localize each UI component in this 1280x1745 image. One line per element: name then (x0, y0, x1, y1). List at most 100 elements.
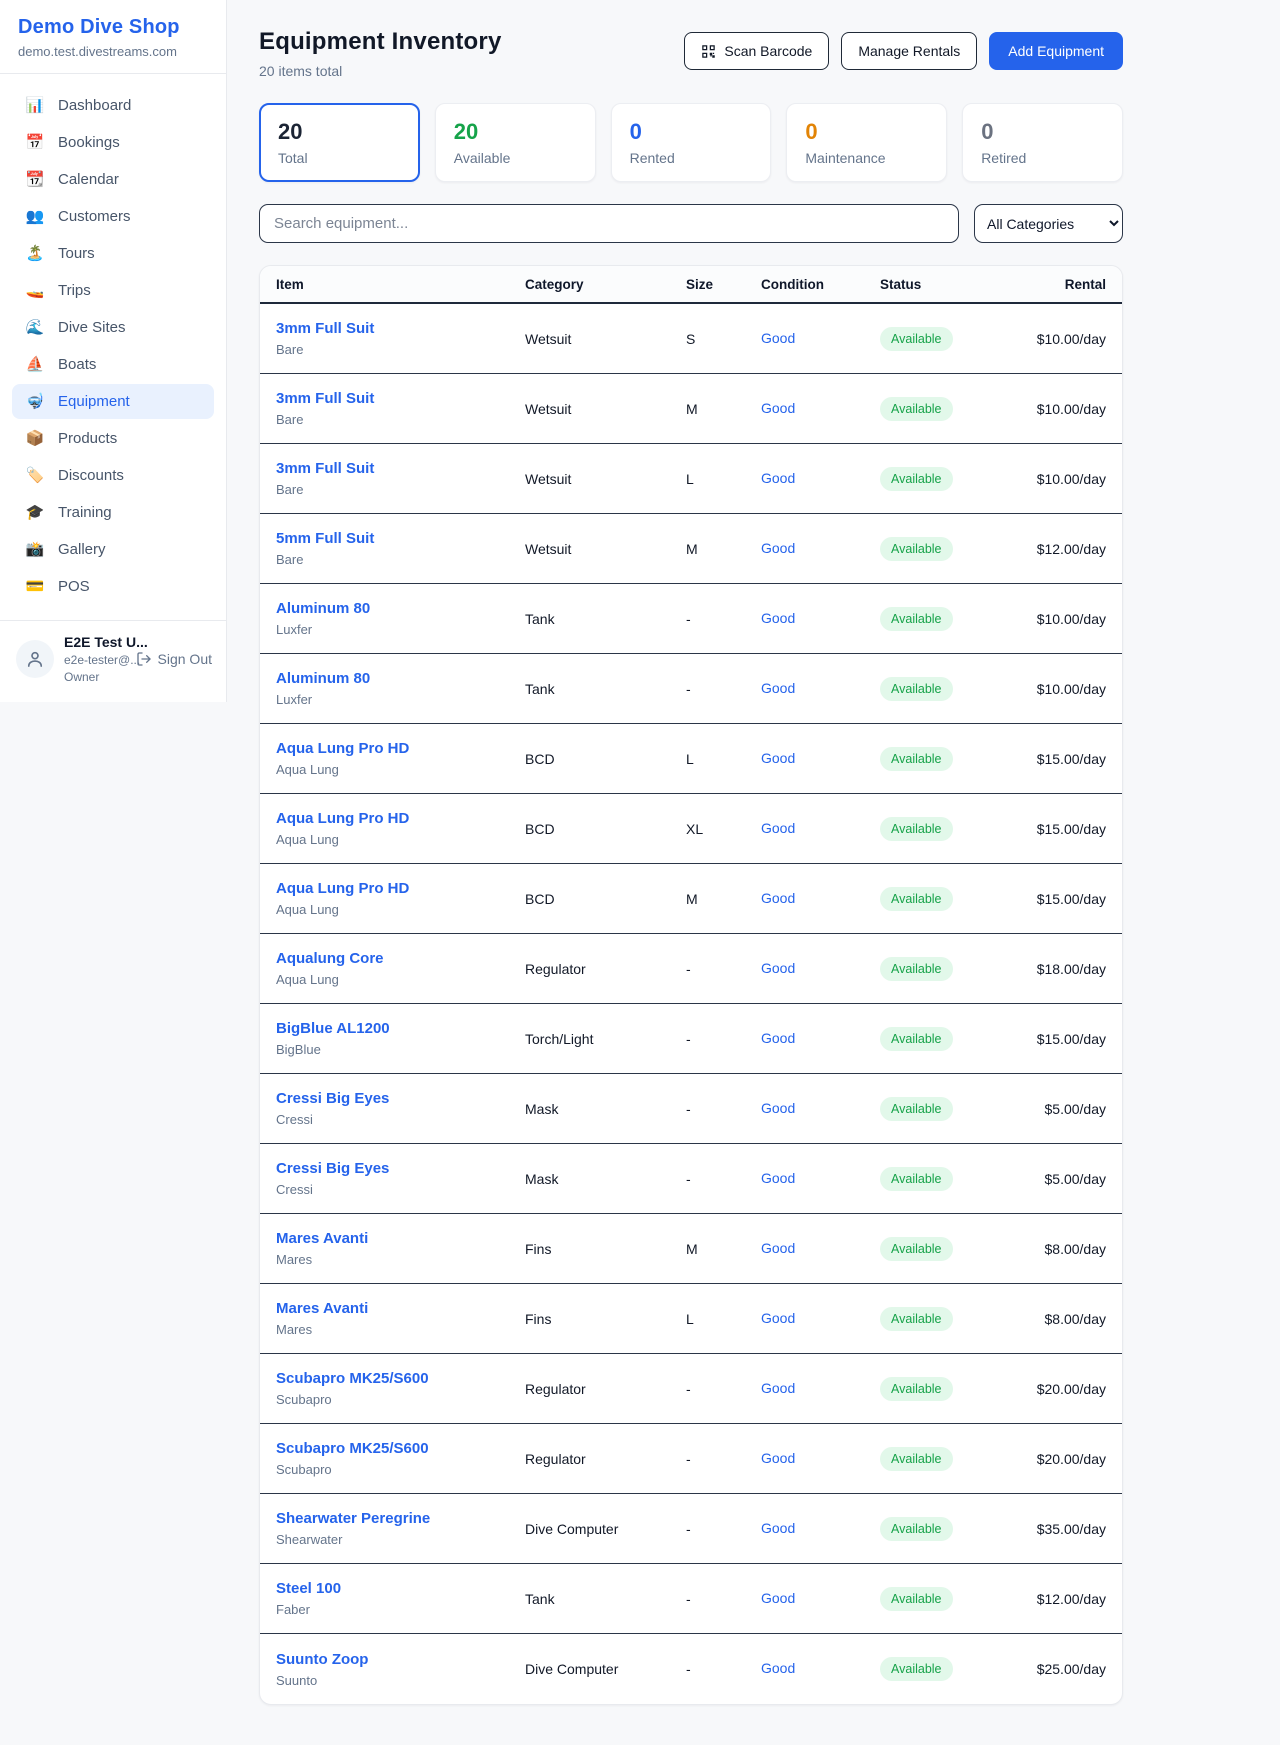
brand-title[interactable]: Demo Dive Shop (18, 16, 208, 39)
sidebar-item-customers[interactable]: 👥 Customers (12, 199, 214, 234)
sidebar-item-icon: 📆 (25, 172, 45, 187)
item-rental-rate: $12.00/day (1030, 541, 1106, 557)
status-badge: Available (880, 677, 953, 701)
item-status-cell: Available (880, 467, 1030, 491)
item-category: Tank (525, 681, 686, 697)
item-condition-link[interactable]: Good (761, 330, 795, 346)
item-condition-link[interactable]: Good (761, 610, 795, 626)
item-cell: Scubapro MK25/S600 Scubapro (276, 1370, 525, 1407)
item-name-link[interactable]: 5mm Full Suit (276, 530, 374, 547)
item-name-link[interactable]: Steel 100 (276, 1580, 341, 1597)
item-name-link[interactable]: Cressi Big Eyes (276, 1160, 389, 1177)
item-name-link[interactable]: Scubapro MK25/S600 (276, 1370, 429, 1387)
sign-out-label: Sign Out (158, 651, 212, 667)
item-condition-link[interactable]: Good (761, 1660, 795, 1676)
item-name-link[interactable]: 3mm Full Suit (276, 390, 374, 407)
scan-barcode-button[interactable]: Scan Barcode (684, 32, 829, 70)
item-condition-link[interactable]: Good (761, 1030, 795, 1046)
sidebar-item-discounts[interactable]: 🏷️ Discounts (12, 458, 214, 493)
item-condition-cell: Good (761, 1520, 880, 1538)
item-name-link[interactable]: Aqua Lung Pro HD (276, 810, 409, 827)
column-header-size: Size (686, 277, 761, 292)
sidebar-item-label: Customers (58, 208, 131, 225)
stat-card-retired[interactable]: 0 Retired (962, 103, 1123, 182)
item-size: - (686, 1381, 761, 1397)
item-name-link[interactable]: Suunto Zoop (276, 1651, 368, 1668)
item-condition-link[interactable]: Good (761, 1590, 795, 1606)
item-cell: Suunto Zoop Suunto (276, 1651, 525, 1688)
item-size: S (686, 331, 761, 347)
item-status-cell: Available (880, 1657, 1030, 1681)
item-name-link[interactable]: Cressi Big Eyes (276, 1090, 389, 1107)
category-select[interactable]: All Categories (974, 204, 1123, 243)
item-name-link[interactable]: Aqualung Core (276, 950, 384, 967)
item-condition-link[interactable]: Good (761, 680, 795, 696)
sidebar-item-dashboard[interactable]: 📊 Dashboard (12, 88, 214, 123)
sidebar-item-gallery[interactable]: 📸 Gallery (12, 532, 214, 567)
item-name-link[interactable]: Aluminum 80 (276, 670, 370, 687)
item-name-link[interactable]: Scubapro MK25/S600 (276, 1440, 429, 1457)
item-status-cell: Available (880, 327, 1030, 351)
item-condition-link[interactable]: Good (761, 820, 795, 836)
table-row: Scubapro MK25/S600 Scubapro Regulator - … (260, 1424, 1122, 1494)
item-condition-link[interactable]: Good (761, 1170, 795, 1186)
equipment-table: Item Category Size Condition Status Rent… (259, 265, 1123, 1705)
stat-card-total[interactable]: 20 Total (259, 103, 420, 182)
stat-card-rented[interactable]: 0 Rented (611, 103, 772, 182)
item-name-link[interactable]: Aluminum 80 (276, 600, 370, 617)
stat-card-maintenance[interactable]: 0 Maintenance (786, 103, 947, 182)
stat-card-available[interactable]: 20 Available (435, 103, 596, 182)
item-condition-link[interactable]: Good (761, 960, 795, 976)
item-condition-link[interactable]: Good (761, 1240, 795, 1256)
table-row: Cressi Big Eyes Cressi Mask - Good Avail… (260, 1074, 1122, 1144)
item-condition-link[interactable]: Good (761, 470, 795, 486)
item-condition-link[interactable]: Good (761, 1380, 795, 1396)
scan-barcode-label: Scan Barcode (724, 43, 812, 59)
sidebar-item-boats[interactable]: ⛵ Boats (12, 347, 214, 382)
item-category: Tank (525, 1591, 686, 1607)
item-condition-link[interactable]: Good (761, 890, 795, 906)
sidebar-item-equipment[interactable]: 🤿 Equipment (12, 384, 214, 419)
column-header-category: Category (525, 277, 686, 292)
sidebar-item-pos[interactable]: 💳 POS (12, 569, 214, 604)
item-name-link[interactable]: 3mm Full Suit (276, 320, 374, 337)
item-condition-link[interactable]: Good (761, 1100, 795, 1116)
item-category: Regulator (525, 1381, 686, 1397)
item-brand: Aqua Lung (276, 902, 525, 917)
add-equipment-label: Add Equipment (1008, 43, 1104, 59)
sign-out-button[interactable]: Sign Out (136, 651, 212, 667)
sidebar-item-dive-sites[interactable]: 🌊 Dive Sites (12, 310, 214, 345)
sidebar-item-trips[interactable]: 🚤 Trips (12, 273, 214, 308)
manage-rentals-button[interactable]: Manage Rentals (841, 32, 977, 70)
sidebar-item-calendar[interactable]: 📆 Calendar (12, 162, 214, 197)
item-name-link[interactable]: BigBlue AL1200 (276, 1020, 390, 1037)
table-row: Shearwater Peregrine Shearwater Dive Com… (260, 1494, 1122, 1564)
sidebar-item-training[interactable]: 🎓 Training (12, 495, 214, 530)
sidebar-item-label: Bookings (58, 134, 120, 151)
status-badge: Available (880, 1167, 953, 1191)
stat-value: 0 (981, 119, 1104, 145)
item-condition-link[interactable]: Good (761, 750, 795, 766)
add-equipment-button[interactable]: Add Equipment (989, 32, 1123, 70)
item-cell: Aluminum 80 Luxfer (276, 600, 525, 637)
item-condition-link[interactable]: Good (761, 540, 795, 556)
item-name-link[interactable]: Aqua Lung Pro HD (276, 880, 409, 897)
search-input[interactable] (259, 204, 959, 243)
item-status-cell: Available (880, 887, 1030, 911)
item-name-link[interactable]: Mares Avanti (276, 1230, 368, 1247)
sidebar-item-bookings[interactable]: 📅 Bookings (12, 125, 214, 160)
item-brand: Aqua Lung (276, 762, 525, 777)
item-name-link[interactable]: Mares Avanti (276, 1300, 368, 1317)
item-name-link[interactable]: Shearwater Peregrine (276, 1510, 430, 1527)
item-name-link[interactable]: Aqua Lung Pro HD (276, 740, 409, 757)
item-condition-link[interactable]: Good (761, 1520, 795, 1536)
item-category: Wetsuit (525, 471, 686, 487)
sidebar-item-products[interactable]: 📦 Products (12, 421, 214, 456)
status-badge: Available (880, 817, 953, 841)
item-condition-link[interactable]: Good (761, 1450, 795, 1466)
sidebar-item-tours[interactable]: 🏝️ Tours (12, 236, 214, 271)
item-condition-link[interactable]: Good (761, 400, 795, 416)
item-condition-link[interactable]: Good (761, 1310, 795, 1326)
stat-value: 0 (805, 119, 928, 145)
item-name-link[interactable]: 3mm Full Suit (276, 460, 374, 477)
